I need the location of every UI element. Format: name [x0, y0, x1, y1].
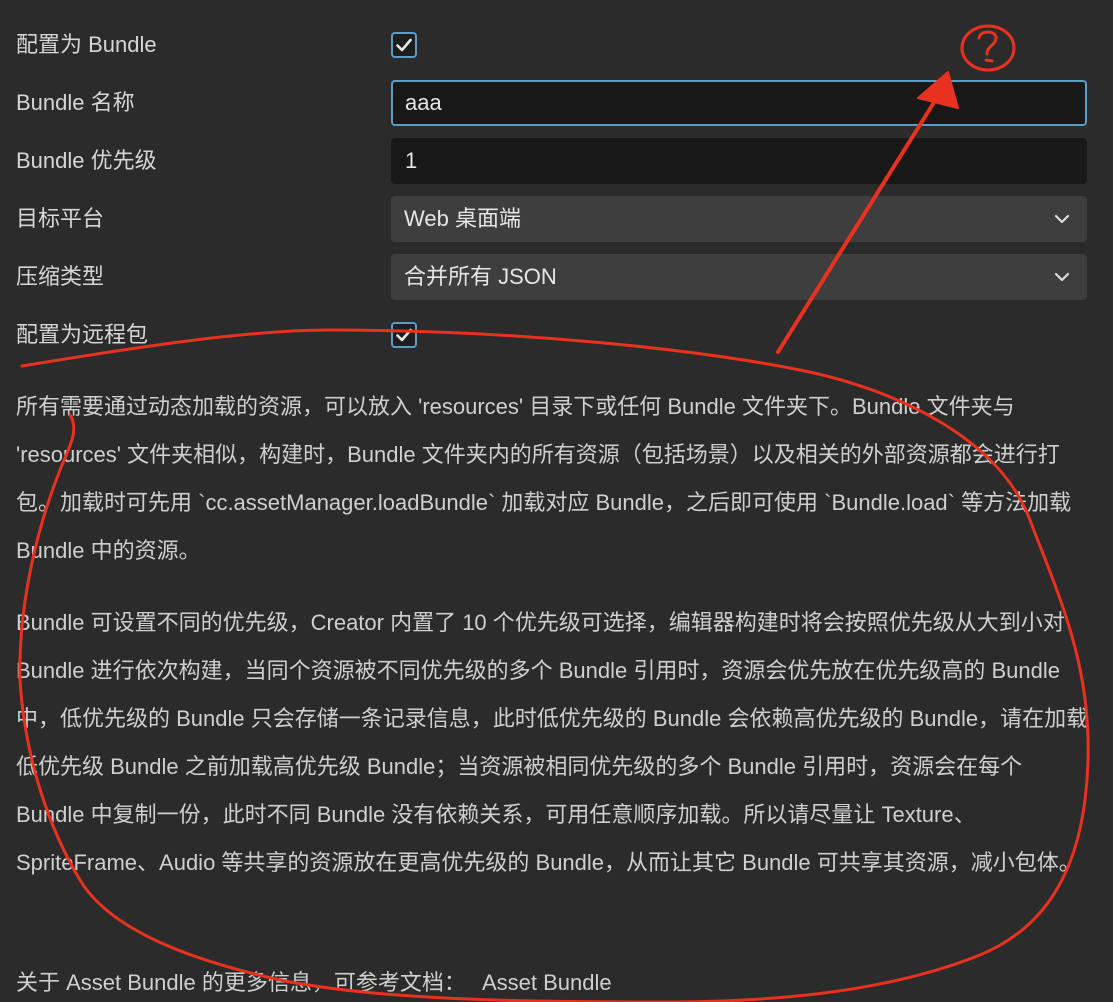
bundle-priority-label: Bundle 优先级 [16, 148, 157, 173]
chevron-down-icon [1054, 214, 1070, 224]
row-bundle-name: Bundle 名称 aaa [0, 80, 1113, 126]
bundle-name-label: Bundle 名称 [16, 90, 135, 115]
row-bundle-priority: Bundle 优先级 1 [0, 138, 1113, 184]
description-paragraph-2: Bundle 可设置不同的优先级，Creator 内置了 10 个优先级可选择，… [16, 610, 1089, 875]
checkmark-icon [396, 38, 412, 52]
target-platform-select[interactable]: Web 桌面端 [391, 196, 1087, 242]
is-bundle-checkbox[interactable] [391, 32, 417, 58]
target-platform-value: Web 桌面端 [404, 206, 521, 231]
description-paragraph-3: 关于 Asset Bundle 的更多信息，可参考文档： Asset Bundl… [16, 959, 1096, 1002]
target-platform-label: 目标平台 [16, 206, 105, 231]
bundle-priority-input[interactable]: 1 [391, 138, 1087, 184]
compression-type-select[interactable]: 合并所有 JSON [391, 254, 1087, 300]
asset-bundle-doc-link[interactable]: Asset Bundle [482, 970, 612, 995]
description-paragraph-1: 所有需要通过动态加载的资源，可以放入 'resources' 目录下或任何 Bu… [16, 394, 1072, 563]
is-remote-checkbox[interactable] [391, 322, 417, 348]
row-target-platform: 目标平台 Web 桌面端 [0, 196, 1113, 242]
chevron-down-icon [1054, 272, 1070, 282]
is-remote-label: 配置为远程包 [16, 322, 149, 347]
row-is-bundle: 配置为 Bundle [0, 22, 1113, 68]
bundle-name-input[interactable]: aaa [391, 80, 1087, 126]
checkmark-icon [396, 328, 412, 342]
is-bundle-label: 配置为 Bundle [16, 32, 157, 57]
bundle-config-panel: 配置为 Bundle Bundle 名称 aaa Bundle 优先级 1 目标… [0, 0, 1113, 1002]
docs-reference-text: 关于 Asset Bundle 的更多信息，可参考文档： [16, 970, 466, 995]
compression-type-label: 压缩类型 [16, 264, 105, 289]
row-is-remote: 配置为远程包 [0, 312, 1113, 358]
row-compression-type: 压缩类型 合并所有 JSON [0, 254, 1113, 300]
compression-type-value: 合并所有 JSON [404, 264, 557, 289]
